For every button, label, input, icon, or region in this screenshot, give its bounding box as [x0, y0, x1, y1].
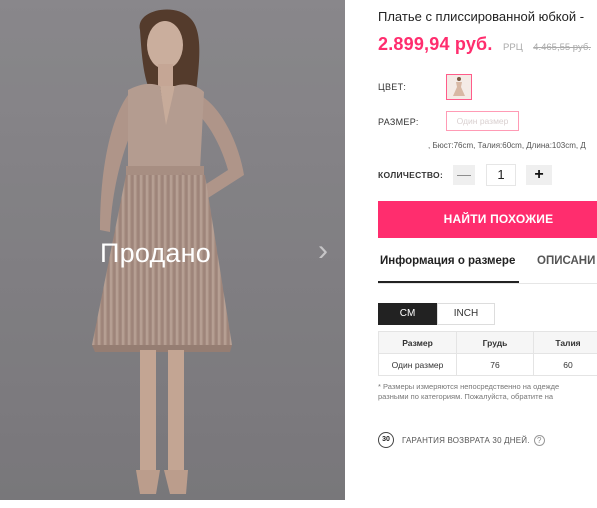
- size-measurements-note: , Бюст:76cm, Талия:60cm, Длина:103cm, Д: [428, 141, 586, 150]
- table-header-cell: Талия: [533, 331, 597, 354]
- color-label: ЦВЕТ:: [378, 82, 407, 92]
- size-label: РАЗМЕР:: [378, 117, 419, 127]
- current-price: 2.899,94 руб.: [378, 34, 493, 54]
- quantity-decrease-button[interactable]: —: [453, 165, 475, 185]
- table-header-row: Размер Грудь Талия: [378, 331, 597, 354]
- table-row: Один размер 76 60: [378, 353, 597, 376]
- fine-print-line: * Размеры измеряются непосредственно на …: [378, 382, 560, 391]
- rrp-label: РРЦ: [503, 42, 523, 53]
- size-option[interactable]: Один размер: [446, 111, 519, 131]
- tab-size-info[interactable]: Информация о размере: [380, 255, 515, 267]
- unit-cm-button[interactable]: CM: [378, 303, 437, 325]
- price-row: 2.899,94 руб. РРЦ 4.465,55 руб.: [378, 34, 591, 55]
- tabs-divider: [378, 283, 597, 284]
- tab-description[interactable]: ОПИСАНИ: [537, 255, 595, 267]
- color-swatch[interactable]: [446, 74, 472, 100]
- table-cell: 60: [533, 353, 597, 376]
- table-cell: Один размер: [378, 353, 457, 376]
- active-tab-indicator: [378, 281, 519, 283]
- help-icon[interactable]: ?: [533, 434, 545, 446]
- guarantee-text: ГАРАНТИЯ ВОЗВРАТА 30 ДНЕЙ.: [402, 435, 530, 445]
- quantity-label: КОЛИЧЕСТВО:: [378, 170, 444, 180]
- product-title: Платье с плиссированной юбкой -: [378, 9, 585, 24]
- fine-print-line: разными по категориям. Пожалуйста, обрат…: [378, 392, 554, 401]
- table-header-cell: Грудь: [456, 331, 534, 354]
- product-image-gallery[interactable]: Продано ›: [0, 0, 345, 500]
- find-similar-button[interactable]: НАЙТИ ПОХОЖИЕ: [378, 201, 597, 238]
- sold-out-label: Продано: [100, 238, 211, 268]
- quantity-input[interactable]: 1: [486, 164, 516, 186]
- chevron-right-icon[interactable]: ›: [318, 236, 328, 266]
- size-table: Размер Грудь Талия Один размер 76 60: [378, 331, 597, 376]
- quantity-increase-button[interactable]: +: [526, 165, 552, 185]
- return-guarantee: 30 ГАРАНТИЯ ВОЗВРАТА 30 ДНЕЙ. ?: [378, 432, 545, 448]
- size-fine-print: * Размеры измеряются непосредственно на …: [378, 382, 559, 402]
- table-cell: 76: [456, 353, 534, 376]
- rrp-old-price: 4.465,55 руб.: [533, 42, 591, 53]
- unit-inch-button[interactable]: INCH: [437, 303, 495, 325]
- dress-thumbnail-icon: [453, 77, 465, 96]
- table-header-cell: Размер: [378, 331, 457, 354]
- return-30-days-icon: 30: [378, 432, 394, 448]
